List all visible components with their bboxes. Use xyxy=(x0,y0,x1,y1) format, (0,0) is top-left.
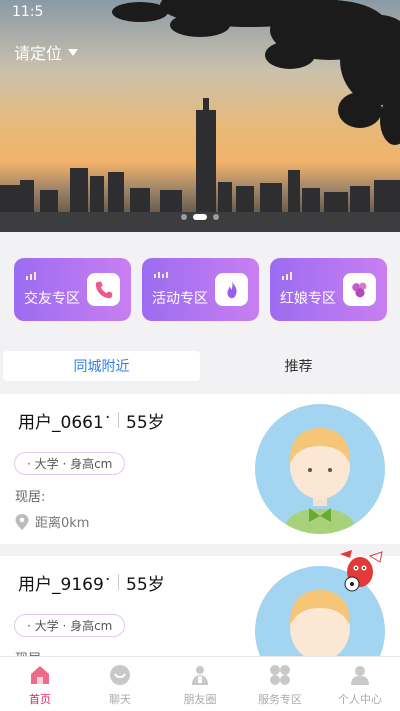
location-pin-icon xyxy=(15,513,29,530)
divider xyxy=(118,412,119,428)
nav-label: 朋友圈 xyxy=(183,693,217,706)
zone-card-matchmaker[interactable]: 红娘专区 xyxy=(270,258,387,321)
distance-text: 距离0km xyxy=(35,516,90,531)
tab-nearby[interactable]: 同城附近 xyxy=(3,351,200,381)
tab-recommend[interactable]: 推荐 xyxy=(200,351,397,381)
signal-bars-icon xyxy=(282,272,292,280)
nav-label: 聊天 xyxy=(109,693,131,706)
phone-icon xyxy=(87,273,120,306)
zone-cards: 交友专区 活动专区 红娘专区 xyxy=(14,258,387,321)
carousel-dot[interactable] xyxy=(181,214,187,220)
home-icon xyxy=(28,663,52,687)
grid-icon xyxy=(268,663,292,687)
caret-down-icon xyxy=(68,48,79,56)
nav-label: 首页 xyxy=(29,693,51,706)
nav-label: 个人中心 xyxy=(338,693,382,706)
location-selector[interactable]: 请定位 xyxy=(14,40,79,64)
banner-carousel[interactable]: 11:5 请定位 xyxy=(0,0,400,232)
user-card[interactable]: 用户_0661 · 55岁 · 大学 · 身高cm 现居: 距离0km xyxy=(0,394,400,544)
zone-label: 交友专区 xyxy=(24,291,80,307)
divider xyxy=(118,574,119,590)
zone-card-activity[interactable]: 活动专区 xyxy=(142,258,259,321)
user-name: 用户_0661 xyxy=(18,413,104,433)
nav-item-services[interactable]: 服务专区 xyxy=(240,657,320,711)
nav-item-friends[interactable]: 朋友圈 xyxy=(160,657,240,711)
location-label: 请定位 xyxy=(14,44,63,63)
user-tag: · 大学 · 身高cm xyxy=(14,452,126,475)
friends-icon xyxy=(188,663,212,687)
heart-cluster-icon xyxy=(343,273,376,306)
nav-label: 服务专区 xyxy=(258,693,302,706)
signal-bars-icon xyxy=(26,272,36,280)
user-age: 55岁 xyxy=(126,575,165,595)
zone-card-friends[interactable]: 交友专区 xyxy=(14,258,131,321)
user-name-dot: · xyxy=(105,408,111,428)
status-time: 11:5 xyxy=(12,4,44,20)
user-reside: 现居: xyxy=(15,490,46,505)
avatar[interactable] xyxy=(255,404,385,534)
flame-icon xyxy=(215,273,248,306)
carousel-dot-active[interactable] xyxy=(193,214,207,220)
chat-icon xyxy=(108,663,132,687)
user-reside: 现居: xyxy=(15,648,45,656)
zone-label: 红娘专区 xyxy=(280,291,336,307)
nav-item-profile[interactable]: 个人中心 xyxy=(320,657,400,711)
user-tag: · 大学 · 身高cm xyxy=(14,614,126,637)
carousel-dot[interactable] xyxy=(213,214,219,220)
carousel-indicator xyxy=(181,214,219,220)
mascot-sticker-icon[interactable] xyxy=(334,546,386,596)
nav-item-chat[interactable]: 聊天 xyxy=(80,657,160,711)
nav-item-home[interactable]: 首页 xyxy=(0,657,80,711)
bottom-nav: 首页 聊天 朋友圈 服务专区 个人中心 xyxy=(0,656,400,711)
zone-label: 活动专区 xyxy=(152,291,208,307)
user-age: 55岁 xyxy=(126,413,165,433)
city-skyline-image xyxy=(0,0,400,232)
user-distance: 距离0km xyxy=(15,512,89,531)
signal-bars-icon xyxy=(154,272,168,278)
user-name: 用户_9169 xyxy=(18,575,104,595)
user-name-dot: · xyxy=(105,570,111,590)
feed-tabs: 同城附近 推荐 xyxy=(0,348,400,384)
person-icon xyxy=(348,663,372,687)
